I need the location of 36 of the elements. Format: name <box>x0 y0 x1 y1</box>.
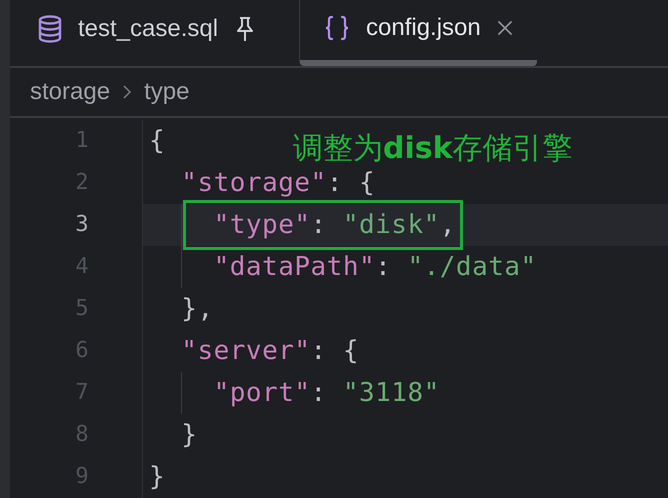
json-key: "type" <box>214 210 311 240</box>
breadcrumb-item[interactable]: storage <box>30 78 110 106</box>
json-punctuation: : { <box>326 168 376 198</box>
json-punctuation: : <box>375 252 392 282</box>
line-number: 6 <box>74 337 90 365</box>
json-file-icon <box>324 15 350 41</box>
json-key: "storage" <box>181 168 327 198</box>
annotation-text: 调整为disk存储引擎 <box>293 130 573 168</box>
json-punctuation: { <box>149 126 166 156</box>
line-number: 1 <box>74 127 90 155</box>
database-icon <box>38 14 62 42</box>
json-key: "dataPath" <box>214 252 376 282</box>
json-punctuation: } <box>149 462 166 492</box>
json-string: "3118" <box>342 378 440 408</box>
editor-tab[interactable]: test_case.sql <box>10 0 300 66</box>
json-punctuation: }, <box>181 294 214 324</box>
json-key: "server" <box>181 336 311 366</box>
line-number: 2 <box>74 169 90 197</box>
line-number: 7 <box>74 379 90 407</box>
line-number: 4 <box>74 253 90 281</box>
line-number: 8 <box>74 421 90 449</box>
breadcrumb-item[interactable]: type <box>144 78 190 106</box>
json-punctuation: } <box>181 420 198 450</box>
json-punctuation: : { <box>310 336 359 366</box>
close-icon[interactable] <box>496 20 513 36</box>
json-punctuation: , <box>440 210 456 240</box>
line-number: 3 <box>74 211 90 239</box>
editor-tab[interactable]: config.json <box>300 0 537 66</box>
line-number: 9 <box>74 463 90 491</box>
json-key: "port" <box>214 378 311 408</box>
chevron-icon <box>122 84 132 100</box>
json-string: "./data" <box>407 252 537 282</box>
json-string: "disk" <box>342 210 440 240</box>
line-number: 5 <box>74 295 90 323</box>
json-punctuation: : <box>310 378 328 408</box>
json-punctuation: : <box>310 210 328 240</box>
